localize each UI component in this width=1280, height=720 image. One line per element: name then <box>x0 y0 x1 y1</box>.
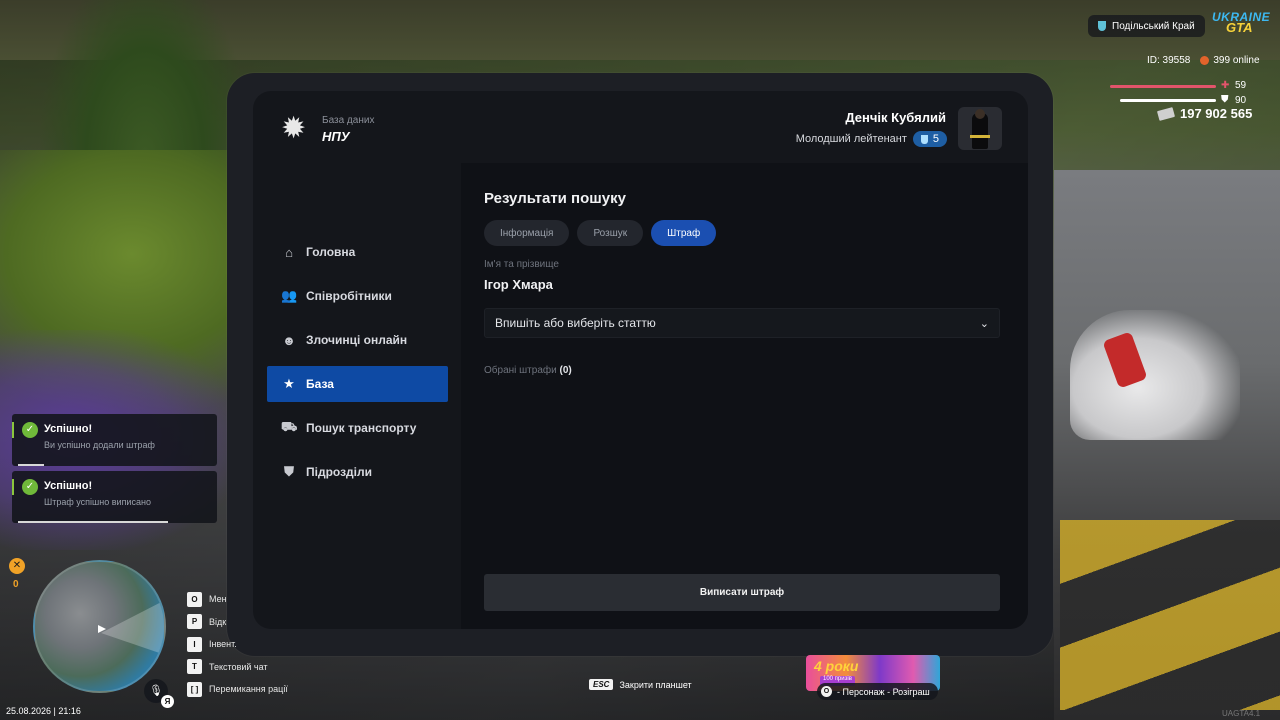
notification-title: Успішно! <box>44 423 93 435</box>
page-title: Результати пошуку <box>484 190 626 207</box>
promo-hint: O - Персонаж - Розіграш <box>817 683 938 700</box>
sidebar-nav: ⌂ Головна 👥 Співробітники ☻ Злочинці онл… <box>267 234 448 498</box>
background-curb <box>1060 520 1280 710</box>
result-tabs: Інформація Розшук Штраф <box>484 220 717 246</box>
chevron-down-icon: ⌄ <box>979 317 989 330</box>
mic-key: Я <box>161 695 174 708</box>
player-arrow-icon <box>98 625 106 633</box>
player-id: ID: 39558 <box>1147 55 1191 66</box>
health-cross-icon: ✚ <box>1221 80 1230 91</box>
name-value: Ігор Хмара <box>484 277 553 292</box>
esc-key: ESC <box>589 679 614 690</box>
key-cap: [ ] <box>187 681 202 697</box>
check-icon: ✓ <box>22 422 38 438</box>
police-badge-icon: ✹ <box>281 112 307 145</box>
rank-level-badge: 5 <box>912 131 947 147</box>
notification: ✓ Успішно! Штраф успішно виписано <box>12 471 217 523</box>
notification-progress <box>18 464 44 466</box>
keybind-row: T Текстовий чат <box>187 656 288 679</box>
tab-information[interactable]: Інформація <box>484 220 570 246</box>
sidebar-item-criminals-online[interactable]: ☻ Злочинці онлайн <box>267 322 448 358</box>
keybind-row: P Відк <box>187 611 288 634</box>
keybind-row: O Мен <box>187 588 288 611</box>
game-logo: UKRAINE GTA <box>1212 10 1271 35</box>
keybind-row: I Інвент. <box>187 633 288 656</box>
selected-fines-label: Обрані штрафи (0) <box>484 365 572 376</box>
notification-progress <box>18 521 168 523</box>
armor-shield-icon: ⛊ <box>1221 94 1229 105</box>
star-icon: ★ <box>283 376 295 391</box>
player-id-online: ID: 39558 399 online <box>1147 55 1260 66</box>
key-cap: O <box>187 591 202 607</box>
notification-text: Штраф успішно виписано <box>44 497 151 507</box>
issue-fine-button[interactable]: Виписати штраф <box>484 574 1000 611</box>
money-display: 197 902 565 <box>1156 106 1253 121</box>
user-rank: Молодший лейтенант <box>795 133 907 145</box>
promo-key: O <box>821 686 832 697</box>
cash-icon <box>1156 106 1176 121</box>
rank-shield-icon <box>920 134 928 144</box>
key-cap: P <box>187 614 202 630</box>
online-dot-icon <box>1200 55 1210 65</box>
key-cap: I <box>187 636 202 652</box>
database-title: НПУ <box>322 129 350 144</box>
background-car <box>1070 310 1240 440</box>
selected-fines-count: (0) <box>559 365 572 376</box>
sidebar-item-base[interactable]: ★ База <box>267 366 448 402</box>
region-name: Подільський Край <box>1112 20 1195 32</box>
close-tablet-hint: ESC Закрити планшет <box>589 679 692 690</box>
car-icon: ⛟ <box>281 419 298 434</box>
wrench-icon: ✕ <box>9 558 25 574</box>
money-value: 197 902 565 <box>1180 106 1253 121</box>
user-name: Денчік Кубялий <box>845 110 946 125</box>
notification-text: Ви успішно додали штраф <box>44 440 155 450</box>
tab-fine[interactable]: Штраф <box>651 220 717 246</box>
article-select[interactable]: Впишіть або виберіть статтю ⌄ <box>484 308 1000 338</box>
sidebar-item-units[interactable]: ⛊ Підрозділи <box>267 454 448 490</box>
notification: ✓ Успішно! Ви успішно додали штраф <box>12 414 217 466</box>
home-icon: ⌂ <box>285 244 293 260</box>
watermark: UAGTA4.1 <box>1222 709 1261 718</box>
sidebar-item-employees[interactable]: 👥 Співробітники <box>267 278 448 314</box>
name-label: Ім'я та прізвище <box>484 259 559 270</box>
keybind-row: [ ] Перемикання рації <box>187 678 288 701</box>
armor-value: 90 <box>1235 95 1247 106</box>
shield-star-icon: ⛊ <box>284 464 294 479</box>
sidebar-item-vehicle-search[interactable]: ⛟ Пошук транспорту <box>267 410 448 446</box>
region-shield-icon <box>1098 21 1106 31</box>
check-icon: ✓ <box>22 479 38 495</box>
key-cap: T <box>187 659 202 675</box>
notification-title: Успішно! <box>44 480 93 492</box>
user-rank-row: Молодший лейтенант 5 <box>796 131 947 147</box>
database-subtitle: База даних <box>322 115 375 126</box>
sidebar-item-home[interactable]: ⌂ Головна <box>267 234 448 270</box>
article-select-placeholder: Впишіть або виберіть статтю <box>495 316 656 330</box>
keybind-list: O Мен P Відк I Інвент. T Текстовий чат [… <box>187 588 288 701</box>
online-count: 399 online <box>1200 55 1260 66</box>
health-bar <box>1110 85 1216 88</box>
minimap <box>33 560 166 693</box>
criminal-icon: ☻ <box>282 332 296 348</box>
armor-bar <box>1120 99 1216 102</box>
region-badge: Подільський Край <box>1088 15 1205 37</box>
datetime: 25.08.2026 | 21:16 <box>6 706 81 716</box>
wrench-count: 0 <box>13 579 19 590</box>
database-header: База даних НПУ <box>322 115 374 144</box>
tab-wanted[interactable]: Розшук <box>577 220 644 246</box>
users-icon: 👥 <box>281 288 298 303</box>
promo-title: 4 роки <box>814 658 859 674</box>
health-value: 59 <box>1235 80 1247 91</box>
avatar[interactable] <box>958 107 1002 150</box>
